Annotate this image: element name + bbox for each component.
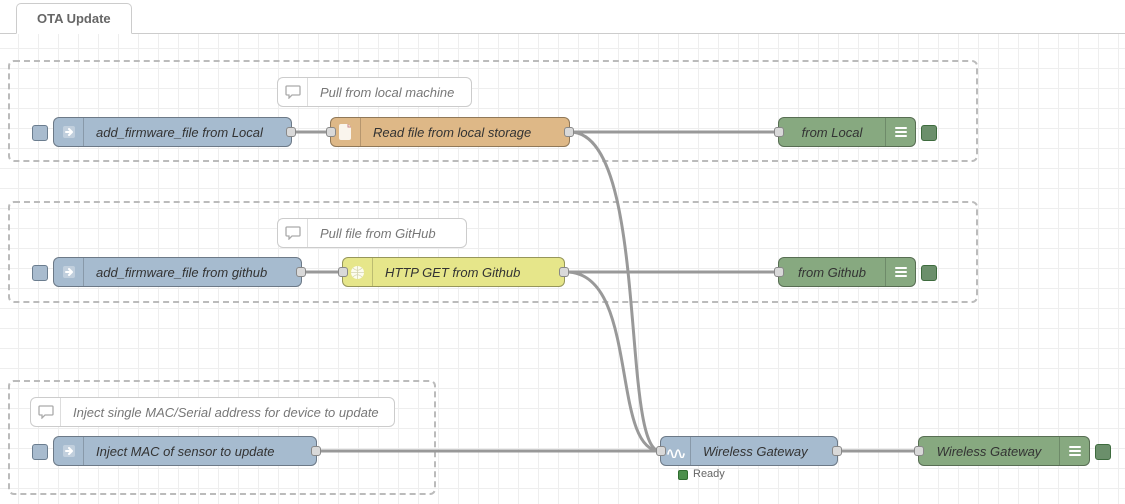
comment-text: Inject single MAC/Serial address for dev…: [61, 405, 394, 420]
arrow-right-icon: [54, 118, 84, 146]
tab-bar: OTA Update: [0, 0, 1125, 34]
node-label: HTTP GET from Github: [373, 265, 564, 280]
input-port[interactable]: [914, 446, 924, 456]
debug-toggle[interactable]: [1095, 444, 1111, 460]
node-inject-github[interactable]: add_firmware_file from github: [53, 257, 302, 287]
node-debug-local[interactable]: from Local: [778, 117, 916, 147]
node-label: from Local: [779, 125, 885, 140]
arrow-right-icon: [54, 437, 84, 465]
node-label: from Github: [779, 265, 885, 280]
comment-text: Pull from local machine: [308, 85, 471, 100]
comment-github[interactable]: Pull file from GitHub: [277, 218, 467, 248]
output-port[interactable]: [296, 267, 306, 277]
inject-toggle[interactable]: [32, 265, 48, 281]
bars-icon: [885, 118, 915, 146]
input-port[interactable]: [774, 267, 784, 277]
inject-toggle[interactable]: [32, 444, 48, 460]
node-label: add_firmware_file from Local: [84, 125, 291, 140]
debug-toggle[interactable]: [921, 125, 937, 141]
output-port[interactable]: [286, 127, 296, 137]
input-port[interactable]: [326, 127, 336, 137]
input-port[interactable]: [656, 446, 666, 456]
tab-label: OTA Update: [37, 11, 111, 26]
group-github[interactable]: [8, 201, 978, 303]
node-label: Inject MAC of sensor to update: [84, 444, 316, 459]
output-port[interactable]: [564, 127, 574, 137]
node-label: add_firmware_file from github: [84, 265, 301, 280]
comment-text: Pull file from GitHub: [308, 226, 466, 241]
comment-mac[interactable]: Inject single MAC/Serial address for dev…: [30, 397, 395, 427]
input-port[interactable]: [338, 267, 348, 277]
tab-ota-update[interactable]: OTA Update: [16, 3, 132, 34]
inject-toggle[interactable]: [32, 125, 48, 141]
debug-toggle[interactable]: [921, 265, 937, 281]
node-debug-gateway[interactable]: Wireless Gateway: [918, 436, 1090, 466]
node-wireless-gateway[interactable]: Wireless Gateway: [660, 436, 838, 466]
node-file-local[interactable]: Read file from local storage: [330, 117, 570, 147]
input-port[interactable]: [774, 127, 784, 137]
speech-icon: [278, 219, 308, 247]
output-port[interactable]: [559, 267, 569, 277]
status-text: Ready: [693, 468, 725, 480]
node-inject-mac[interactable]: Inject MAC of sensor to update: [53, 436, 317, 466]
node-debug-github[interactable]: from Github: [778, 257, 916, 287]
node-label: Wireless Gateway: [691, 444, 837, 459]
comment-local[interactable]: Pull from local machine: [277, 77, 472, 107]
arrow-right-icon: [54, 258, 84, 286]
speech-icon: [31, 398, 61, 426]
output-port[interactable]: [832, 446, 842, 456]
bars-icon: [1059, 437, 1089, 465]
node-label: Wireless Gateway: [919, 444, 1059, 459]
node-label: Read file from local storage: [361, 125, 569, 140]
status-indicator: [678, 470, 688, 480]
node-inject-local[interactable]: add_firmware_file from Local: [53, 117, 292, 147]
bars-icon: [885, 258, 915, 286]
node-http-github[interactable]: HTTP GET from Github: [342, 257, 565, 287]
output-port[interactable]: [311, 446, 321, 456]
speech-icon: [278, 78, 308, 106]
